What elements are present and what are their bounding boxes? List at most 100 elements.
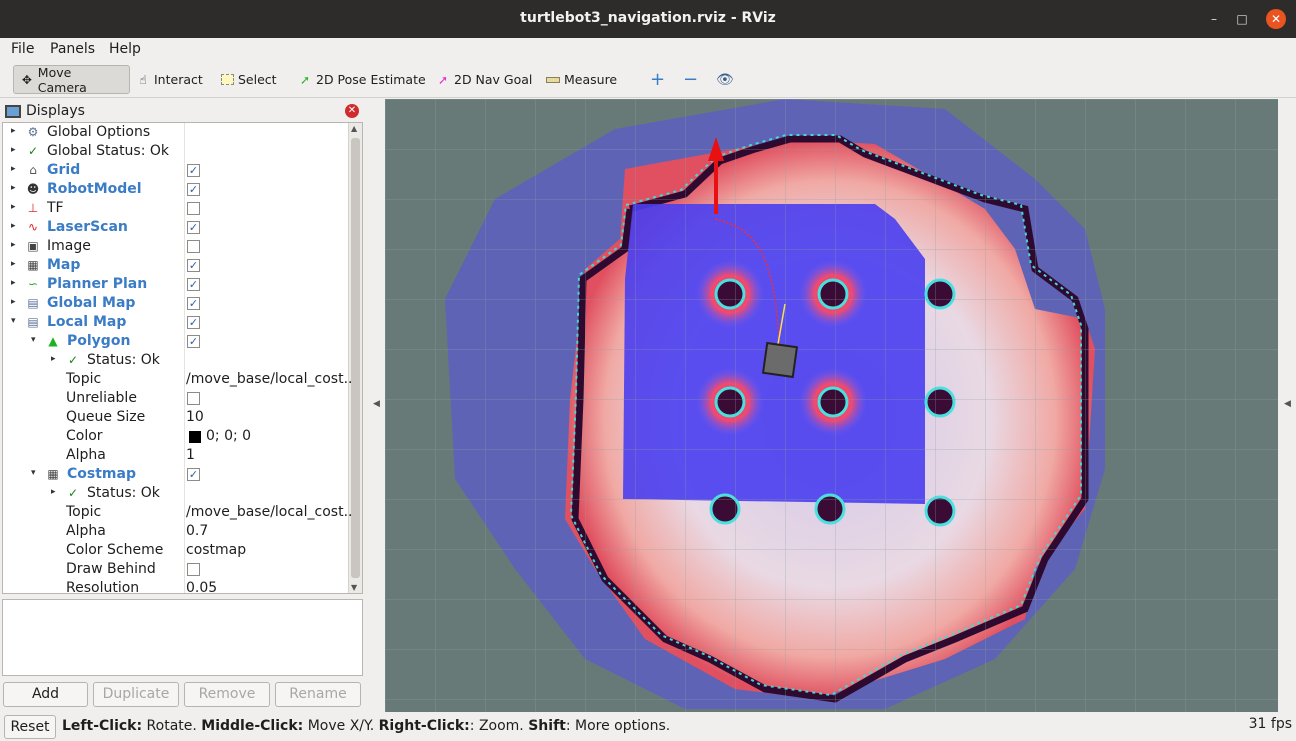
pose-estimate-tool[interactable]: ➚ 2D Pose Estimate [292,65,432,94]
row-value[interactable]: /move_base/local_cost... [186,371,351,387]
tree-row[interactable]: Draw Behind [3,560,349,579]
enable-checkbox[interactable]: ✓ [187,468,200,481]
enable-checkbox[interactable]: ✓ [187,335,200,348]
close-panel-icon[interactable]: ✕ [345,104,359,118]
tree-row[interactable]: Alpha 0.7 [3,522,349,541]
scroll-down-icon[interactable]: ▼ [351,583,357,592]
displays-buttons: Add Duplicate Remove Rename [2,682,363,708]
expand-arrow-icon[interactable]: ▸ [11,221,21,231]
tree-row[interactable]: Topic/move_base/local_cost... [3,370,351,389]
eye-icon[interactable]: 👁 [710,65,740,94]
mouse-hint: Left-Click: Rotate. Middle-Click: Move X… [62,718,670,734]
tree-row[interactable]: ▸ ⚙ Global Options [3,123,349,142]
row-value[interactable]: 0; 0; 0 [206,428,251,444]
enable-checkbox[interactable]: ✓ [187,278,200,291]
tree-row[interactable]: Resolution 0.05 [3,579,349,593]
row-name: Global Status: Ok [47,143,170,159]
left-splitter[interactable]: ◀ [365,99,385,712]
measure-label: Measure [564,72,618,87]
tree-row[interactable]: ▸ ⊥ TF [3,199,349,218]
move-camera-tool[interactable]: ✥ Move Camera [13,65,130,95]
tree-row[interactable]: ▸ ✓ Global Status: Ok [3,142,349,161]
scroll-thumb[interactable] [351,138,360,578]
minimize-icon[interactable]: – [1204,9,1224,29]
nav-goal-label: 2D Nav Goal [454,72,533,87]
tree-row[interactable]: ▸ ∽ Planner Plan ✓ [3,275,349,294]
expand-arrow-icon[interactable]: ▸ [11,278,21,288]
expand-arrow-icon[interactable]: ▸ [11,164,21,174]
maximize-icon[interactable]: □ [1232,9,1252,29]
row-name: RobotModel [47,181,142,197]
measure-tool[interactable]: Measure [540,65,623,94]
row-name: Global Options [47,124,151,140]
tree-row[interactable]: Color Scheme costmap [3,541,349,560]
expand-arrow-icon[interactable]: ▾ [31,335,41,345]
displays-tree[interactable]: ▲ ▼ ▸ ⚙ Global Options ▸ ✓ Global Status: Ok ▸… [2,122,363,594]
tree-row[interactable]: Unreliable [3,389,349,408]
tree-row[interactable]: ▸ ⌂ Grid ✓ [3,161,349,180]
tree-row[interactable]: ▸ ☻ RobotModel ✓ [3,180,349,199]
expand-arrow-icon[interactable]: ▸ [11,240,21,250]
tree-row[interactable]: Topic/move_base/local_cost... [3,503,351,522]
tree-row[interactable]: ▸ ▦ Map ✓ [3,256,349,275]
enable-checkbox[interactable]: ✓ [187,164,200,177]
rename-button[interactable]: Rename [275,682,361,707]
expand-arrow-icon[interactable]: ▸ [11,202,21,212]
enable-checkbox[interactable]: ✓ [187,316,200,329]
enable-checkbox[interactable] [187,563,200,576]
nav-goal-tool[interactable]: ➚ 2D Nav Goal [430,65,538,94]
menu-panels[interactable]: Panels [50,41,95,57]
remove-tool-icon[interactable]: − [677,65,704,94]
enable-checkbox[interactable]: ✓ [187,221,200,234]
menu-file[interactable]: File [11,41,34,57]
tree-row[interactable]: ▸ ✓ Status: Ok [3,484,349,503]
row-value[interactable]: 0.7 [186,523,208,539]
right-splitter[interactable]: ◀ [1278,99,1296,712]
expand-arrow-icon[interactable]: ▸ [11,126,21,136]
render-viewport[interactable] [385,99,1278,712]
tree-row[interactable]: ▸ ▣ Image [3,237,349,256]
enable-checkbox[interactable]: ✓ [187,183,200,196]
tree-row[interactable]: Alpha 1 [3,446,349,465]
row-value[interactable]: 10 [186,409,204,425]
row-value[interactable]: 0.05 [186,580,217,593]
menu-help[interactable]: Help [109,41,141,57]
expand-arrow-icon[interactable]: ▸ [11,259,21,269]
enable-checkbox[interactable] [187,240,200,253]
expand-arrow-icon[interactable]: ▸ [11,183,21,193]
enable-checkbox[interactable]: ✓ [187,259,200,272]
tree-row[interactable]: ▾ ▤ Local Map ✓ [3,313,349,332]
row-value[interactable]: 1 [186,447,195,463]
enable-checkbox[interactable] [187,392,200,405]
color-swatch[interactable] [189,431,201,443]
row-value[interactable]: /move_base/local_cost... [186,504,351,520]
tree-row[interactable]: ▾ ▦ Costmap ✓ [3,465,349,484]
expand-arrow-icon[interactable]: ▸ [51,354,61,364]
expand-arrow-icon[interactable]: ▾ [11,316,21,326]
add-tool-icon[interactable]: + [644,65,671,94]
expand-arrow-icon[interactable]: ▸ [51,487,61,497]
tree-row[interactable]: Queue Size 10 [3,408,349,427]
duplicate-button[interactable]: Duplicate [93,682,179,707]
close-icon[interactable]: ✕ [1266,9,1286,29]
row-value[interactable]: costmap [186,542,246,558]
select-tool[interactable]: Select [215,65,283,94]
expand-arrow-icon[interactable]: ▾ [31,468,41,478]
expand-arrow-icon[interactable]: ▸ [11,145,21,155]
remove-button[interactable]: Remove [184,682,270,707]
tree-row[interactable]: ▸ ∿ LaserScan ✓ [3,218,349,237]
interact-tool[interactable]: ☝ Interact [130,65,209,94]
enable-checkbox[interactable]: ✓ [187,297,200,310]
tree-row[interactable]: ▸ ✓ Status: Ok [3,351,349,370]
move-camera-icon: ✥ [21,72,32,87]
enable-checkbox[interactable] [187,202,200,215]
displays-panel: Displays ✕ ▲ ▼ ▸ ⚙ Global Options ▸ ✓ Global … [0,99,365,712]
tree-row[interactable]: ▸ ▤ Global Map ✓ [3,294,349,313]
reset-button[interactable]: Reset [4,715,56,739]
tree-row[interactable]: Color 0; 0; 0 [3,427,349,446]
tree-row[interactable]: ▾ ▲ Polygon ✓ [3,332,349,351]
add-button[interactable]: Add [3,682,88,707]
scroll-up-icon[interactable]: ▲ [351,124,357,133]
expand-arrow-icon[interactable]: ▸ [11,297,21,307]
tree-scrollbar[interactable]: ▲ ▼ [348,123,362,593]
